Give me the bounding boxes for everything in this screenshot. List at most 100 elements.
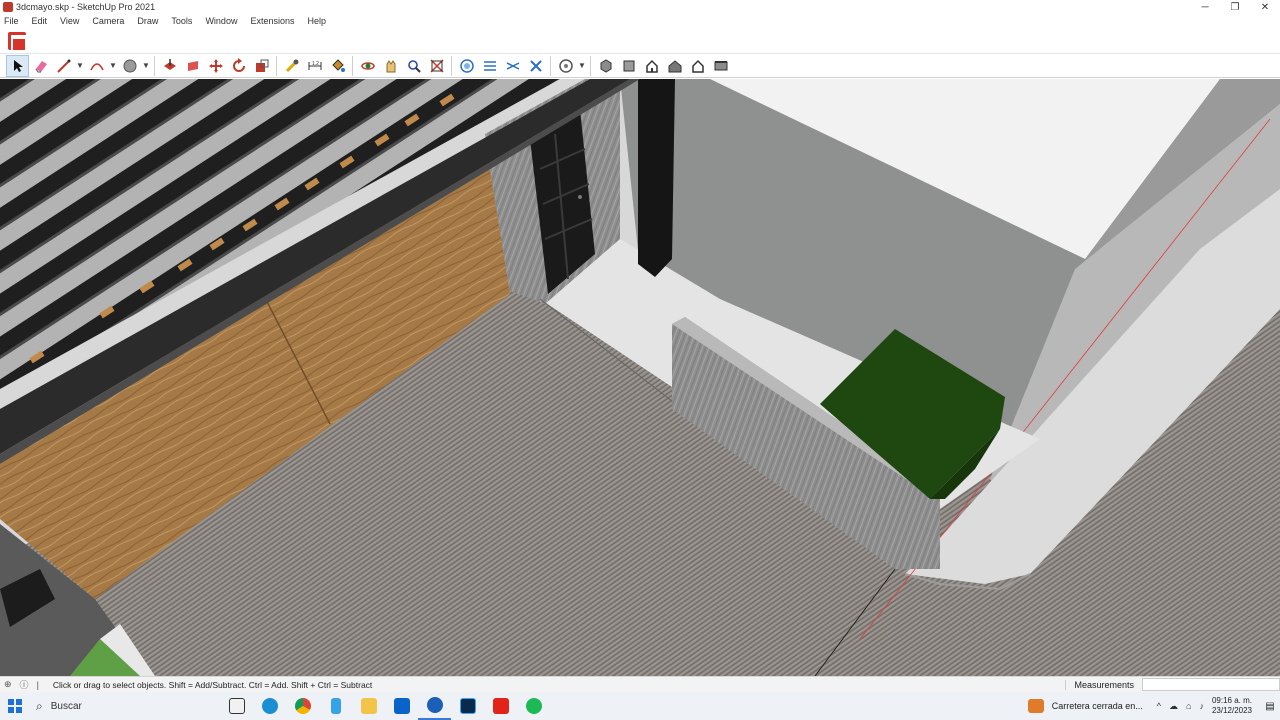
svg-text:1.2: 1.2 <box>312 61 319 67</box>
file-explorer-icon[interactable] <box>352 692 385 720</box>
xray-icon[interactable] <box>455 55 478 77</box>
iso-view-icon[interactable] <box>594 55 617 77</box>
right-view-icon[interactable] <box>663 55 686 77</box>
toolbar-separator <box>352 55 353 76</box>
shapes-icon[interactable] <box>118 55 141 77</box>
menu-extensions[interactable]: Extensions <box>250 16 294 26</box>
push-pull-icon[interactable] <box>158 55 181 77</box>
toolbar-separator <box>550 55 551 76</box>
main-toolbar: ▼ ▼ ▼ 1.2 ▼ <box>0 54 1280 78</box>
taskbar-search[interactable]: ⌕ Buscar <box>30 692 220 720</box>
zoom-icon[interactable] <box>402 55 425 77</box>
windows-taskbar: ⌕ Buscar Carretera cerrada en... ^ ☁ ⌂ ♪… <box>0 692 1280 720</box>
mail-app-icon[interactable] <box>385 692 418 720</box>
title-bar: 3dcmayo.skp - SketchUp Pro 2021 ─ ❐ ✕ <box>0 0 1280 14</box>
sketchup-taskbar-icon[interactable] <box>418 692 451 720</box>
back-view-icon[interactable] <box>686 55 709 77</box>
system-tray: Carretera cerrada en... ^ ☁ ⌂ ♪ 09:16 a.… <box>1027 692 1280 720</box>
menu-file[interactable]: File <box>4 16 19 26</box>
taskbar-apps <box>220 692 550 720</box>
chevron-up-icon[interactable]: ^ <box>1157 701 1161 711</box>
menu-view[interactable]: View <box>60 16 79 26</box>
arc-icon[interactable] <box>85 55 108 77</box>
clock-time: 09:16 a. m. <box>1211 696 1252 705</box>
volume-icon[interactable]: ♪ <box>1199 701 1204 711</box>
menu-window[interactable]: Window <box>205 16 237 26</box>
select-tool-icon[interactable] <box>6 54 29 77</box>
clock-date: 23/12/2023 <box>1211 706 1252 715</box>
toolbar-separator <box>451 55 452 76</box>
model-viewport[interactable] <box>0 79 1280 676</box>
geo-location-icon[interactable]: ⊕ <box>4 679 12 690</box>
menu-help[interactable]: Help <box>307 16 326 26</box>
windows-icon <box>8 699 22 713</box>
line-icon[interactable] <box>52 55 75 77</box>
measurements-area: Measurements <box>1065 677 1280 692</box>
photoshop-app-icon[interactable] <box>451 692 484 720</box>
weather-text: Carretera cerrada en... <box>1051 701 1143 711</box>
credits-icon[interactable]: ⓘ <box>20 678 29 691</box>
window-title: 3dcmayo.skp - SketchUp Pro 2021 <box>16 2 156 12</box>
chrome-app-icon[interactable] <box>286 692 319 720</box>
window-controls: ─ ❐ ✕ <box>1190 0 1280 14</box>
minimize-button[interactable]: ─ <box>1190 0 1220 14</box>
edge-app-icon[interactable] <box>253 692 286 720</box>
chevron-down-icon[interactable]: ▼ <box>577 55 587 77</box>
extension-warehouse-icon[interactable] <box>8 32 27 53</box>
toolbar-separator <box>154 55 155 76</box>
menu-bar: File Edit View Camera Draw Tools Window … <box>0 14 1280 28</box>
menu-draw[interactable]: Draw <box>137 16 158 26</box>
tray-icons: ^ ☁ ⌂ ♪ <box>1153 701 1208 712</box>
measurements-label: Measurements <box>1065 679 1142 690</box>
display-cuts-icon[interactable] <box>524 55 547 77</box>
front-view-icon[interactable] <box>640 55 663 77</box>
follow-me-icon[interactable] <box>181 55 204 77</box>
menu-tools[interactable]: Tools <box>171 16 192 26</box>
status-bar: ⊕ ⓘ | Click or drag to select objects. S… <box>0 676 1280 692</box>
pan-icon[interactable] <box>379 55 402 77</box>
status-hint: Click or drag to select objects. Shift =… <box>52 679 373 690</box>
start-button[interactable] <box>0 692 30 720</box>
toolbar-separator <box>276 55 277 76</box>
search-icon: ⌕ <box>36 698 43 713</box>
task-view-button[interactable] <box>220 692 253 720</box>
chevron-down-icon[interactable]: ▼ <box>141 55 151 77</box>
clock[interactable]: 09:16 a. m. 23/12/2023 <box>1212 696 1252 716</box>
top-view-icon[interactable] <box>617 55 640 77</box>
extension-toolbar <box>0 28 1280 54</box>
search-label: Buscar <box>50 700 82 712</box>
chevron-down-icon[interactable]: ▼ <box>75 55 85 77</box>
chevron-down-icon[interactable]: ▼ <box>108 55 118 77</box>
tape-measure-icon[interactable] <box>280 55 303 77</box>
zoom-extents-icon[interactable] <box>425 55 448 77</box>
onedrive-icon[interactable]: ☁ <box>1169 701 1178 712</box>
status-icons: ⊕ ⓘ | <box>4 678 47 691</box>
dimension-icon[interactable]: 1.2 <box>303 55 326 77</box>
styles-icon[interactable] <box>554 55 577 77</box>
acrobat-app-icon[interactable] <box>484 692 517 720</box>
maximize-button[interactable]: ❐ <box>1220 0 1250 14</box>
model-scene[interactable] <box>0 79 1280 676</box>
network-icon[interactable]: ⌂ <box>1186 701 1191 711</box>
weather-widget[interactable]: Carretera cerrada en... <box>1027 699 1143 713</box>
move-icon[interactable] <box>204 55 227 77</box>
section-plane-icon[interactable] <box>478 55 501 77</box>
sketchup-app-icon <box>3 2 13 12</box>
close-button[interactable]: ✕ <box>1250 0 1280 14</box>
eraser-icon[interactable] <box>29 55 52 77</box>
rotate-icon[interactable] <box>227 55 250 77</box>
orbit-icon[interactable] <box>356 55 379 77</box>
paint-bucket-icon[interactable] <box>326 55 349 77</box>
notification-icon[interactable]: ▤ <box>1260 692 1280 720</box>
measurements-input[interactable] <box>1142 678 1280 691</box>
menu-camera[interactable]: Camera <box>92 16 124 26</box>
scale-icon[interactable] <box>250 55 273 77</box>
left-view-icon[interactable] <box>709 55 732 77</box>
traffic-alert-icon <box>1027 699 1044 713</box>
menu-edit[interactable]: Edit <box>32 16 48 26</box>
spotify-app-icon[interactable] <box>517 692 550 720</box>
divider-icon: | <box>36 679 39 690</box>
toolbar-separator <box>590 55 591 76</box>
app-3-icon[interactable] <box>319 692 352 720</box>
display-section-icon[interactable] <box>501 55 524 77</box>
